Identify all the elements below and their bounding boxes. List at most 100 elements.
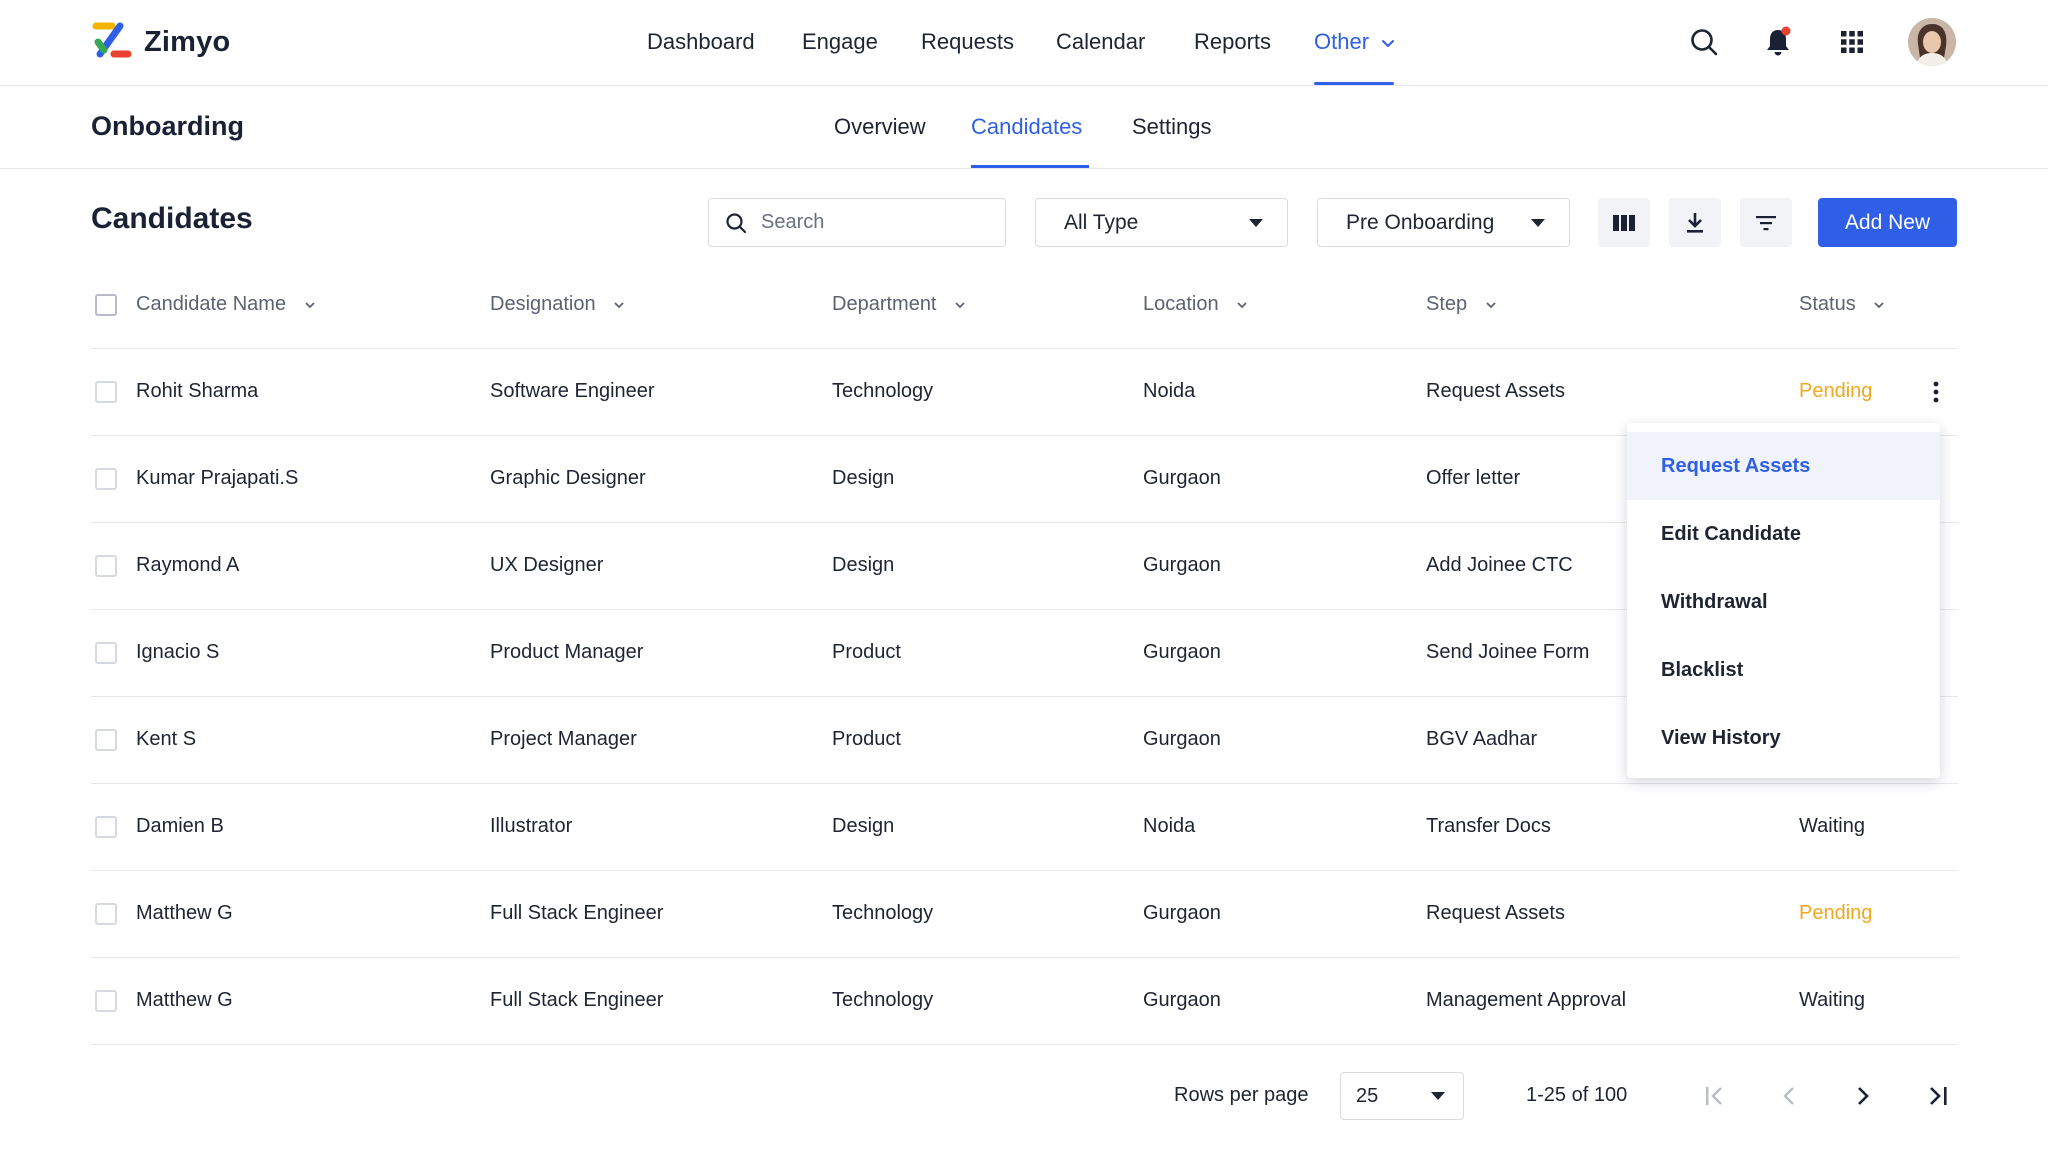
cell-candidate-name: Rohit Sharma xyxy=(136,380,259,402)
search-button[interactable] xyxy=(1686,24,1722,60)
download-icon xyxy=(1687,212,1703,233)
cell-candidate-name: Kumar Prajapati.S xyxy=(136,467,299,489)
tab-settings[interactable]: Settings xyxy=(1132,114,1212,140)
column-header-label: Candidate Name xyxy=(136,293,287,315)
cell-location: Gurgaon xyxy=(1143,467,1221,489)
table-header: Candidate Name Designation Department Lo… xyxy=(91,262,1958,349)
download-button[interactable] xyxy=(1669,198,1721,247)
filter-button[interactable] xyxy=(1740,198,1792,247)
search-icon xyxy=(726,212,747,233)
row-checkbox[interactable] xyxy=(95,555,117,577)
type-filter-value: All Type xyxy=(1064,210,1139,234)
tab-candidates[interactable]: Candidates xyxy=(971,114,1082,140)
columns-button[interactable] xyxy=(1598,198,1650,247)
chevron-down-icon xyxy=(614,302,624,308)
table-row[interactable]: Matthew G Full Stack Engineer Technology… xyxy=(91,871,1958,958)
search-field[interactable] xyxy=(708,198,1006,247)
select-all-checkbox[interactable] xyxy=(95,294,117,316)
menu-item-view-history[interactable]: View History xyxy=(1627,704,1940,772)
tab-overview[interactable]: Overview xyxy=(834,114,926,140)
caret-down-icon xyxy=(1431,1092,1445,1100)
nav-engage[interactable]: Engage xyxy=(802,29,878,55)
column-header-department[interactable]: Department xyxy=(832,293,966,316)
apps-grid-button[interactable] xyxy=(1834,24,1870,60)
top-navigation-bar: Zimyo Dashboard Engage Requests Calendar… xyxy=(0,0,2048,86)
nav-active-indicator xyxy=(1314,82,1394,85)
row-checkbox[interactable] xyxy=(95,729,117,751)
cell-designation: Full Stack Engineer xyxy=(490,989,664,1011)
chevron-down-icon xyxy=(1486,302,1496,308)
columns-icon xyxy=(1613,214,1635,231)
cell-step: Send Joinee Form xyxy=(1426,641,1590,663)
row-checkbox[interactable] xyxy=(95,990,117,1012)
cell-step: BGV Aadhar xyxy=(1426,728,1538,750)
pagination-range: 1-25 of 100 xyxy=(1526,1084,1628,1106)
cell-location: Gurgaon xyxy=(1143,728,1221,750)
status-badge: Waiting xyxy=(1799,989,1865,1011)
chevron-down-icon xyxy=(955,302,965,308)
add-new-button[interactable]: Add New xyxy=(1818,198,1957,247)
column-header-designation[interactable]: Designation xyxy=(490,293,625,316)
nav-dashboard[interactable]: Dashboard xyxy=(647,29,755,55)
column-header-label: Department xyxy=(832,293,937,315)
row-checkbox[interactable] xyxy=(95,468,117,490)
caret-down-icon xyxy=(1249,218,1263,227)
section-title: Candidates xyxy=(91,202,253,235)
menu-item-edit-candidate[interactable]: Edit Candidate xyxy=(1627,500,1940,568)
cell-candidate-name: Matthew G xyxy=(136,989,233,1011)
cell-step: Request Assets xyxy=(1426,380,1565,402)
stage-filter-select[interactable]: Pre Onboarding xyxy=(1317,198,1570,247)
menu-item-withdrawal[interactable]: Withdrawal xyxy=(1627,568,1940,636)
brand-logo[interactable]: Zimyo xyxy=(90,20,230,64)
nav-reports[interactable]: Reports xyxy=(1194,29,1271,55)
last-page-icon xyxy=(1930,1087,1947,1105)
chevron-left-icon xyxy=(1783,1087,1794,1105)
row-checkbox[interactable] xyxy=(95,381,117,403)
type-filter-select[interactable]: All Type xyxy=(1035,198,1288,247)
page-title: Onboarding xyxy=(91,111,244,141)
search-input[interactable] xyxy=(761,211,981,234)
column-header-step[interactable]: Step xyxy=(1426,293,1497,316)
nav-other[interactable]: Other xyxy=(1314,29,1395,55)
cell-location: Gurgaon xyxy=(1143,902,1221,924)
tab-active-indicator xyxy=(971,165,1089,168)
status-badge: Pending xyxy=(1799,380,1873,402)
notifications-button[interactable] xyxy=(1760,24,1796,60)
table-row[interactable]: Damien B Illustrator Design Noida Transf… xyxy=(91,784,1958,871)
previous-page-button[interactable] xyxy=(1771,1078,1807,1114)
bell-icon xyxy=(1767,26,1791,56)
row-checkbox[interactable] xyxy=(95,816,117,838)
table-row[interactable]: Matthew G Full Stack Engineer Technology… xyxy=(91,958,1958,1045)
status-badge: Waiting xyxy=(1799,815,1865,837)
row-actions-button[interactable] xyxy=(1926,377,1946,407)
row-checkbox[interactable] xyxy=(95,903,117,925)
first-page-button[interactable] xyxy=(1697,1078,1733,1114)
next-page-button[interactable] xyxy=(1845,1078,1881,1114)
column-header-candidate-name[interactable]: Candidate Name xyxy=(136,293,316,316)
cell-department: Technology xyxy=(832,902,934,924)
cell-location: Noida xyxy=(1143,815,1196,837)
menu-item-blacklist[interactable]: Blacklist xyxy=(1627,636,1940,704)
search-icon xyxy=(1691,29,1718,56)
user-photo-icon xyxy=(1908,18,1956,66)
cell-candidate-name: Ignacio S xyxy=(136,641,220,663)
chevron-down-icon xyxy=(1237,302,1247,308)
column-header-location[interactable]: Location xyxy=(1143,293,1248,316)
zimyo-logo-icon xyxy=(92,22,132,58)
chevron-down-icon xyxy=(1874,302,1884,308)
chevron-down-icon xyxy=(305,302,315,308)
menu-item-request-assets[interactable]: Request Assets xyxy=(1627,432,1940,500)
nav-calendar[interactable]: Calendar xyxy=(1056,29,1145,55)
cell-step: Management Approval xyxy=(1426,989,1627,1011)
cell-designation: Project Manager xyxy=(490,728,637,750)
last-page-button[interactable] xyxy=(1920,1078,1956,1114)
cell-location: Gurgaon xyxy=(1143,989,1221,1011)
row-checkbox[interactable] xyxy=(95,642,117,664)
rows-per-page-value: 25 xyxy=(1356,1084,1379,1107)
column-header-status[interactable]: Status xyxy=(1799,293,1885,316)
column-header-label: Location xyxy=(1143,293,1219,315)
rows-per-page-select[interactable]: 25 xyxy=(1340,1072,1464,1120)
caret-down-icon xyxy=(1531,218,1545,227)
nav-requests[interactable]: Requests xyxy=(921,29,1014,55)
user-avatar[interactable] xyxy=(1908,18,1956,66)
